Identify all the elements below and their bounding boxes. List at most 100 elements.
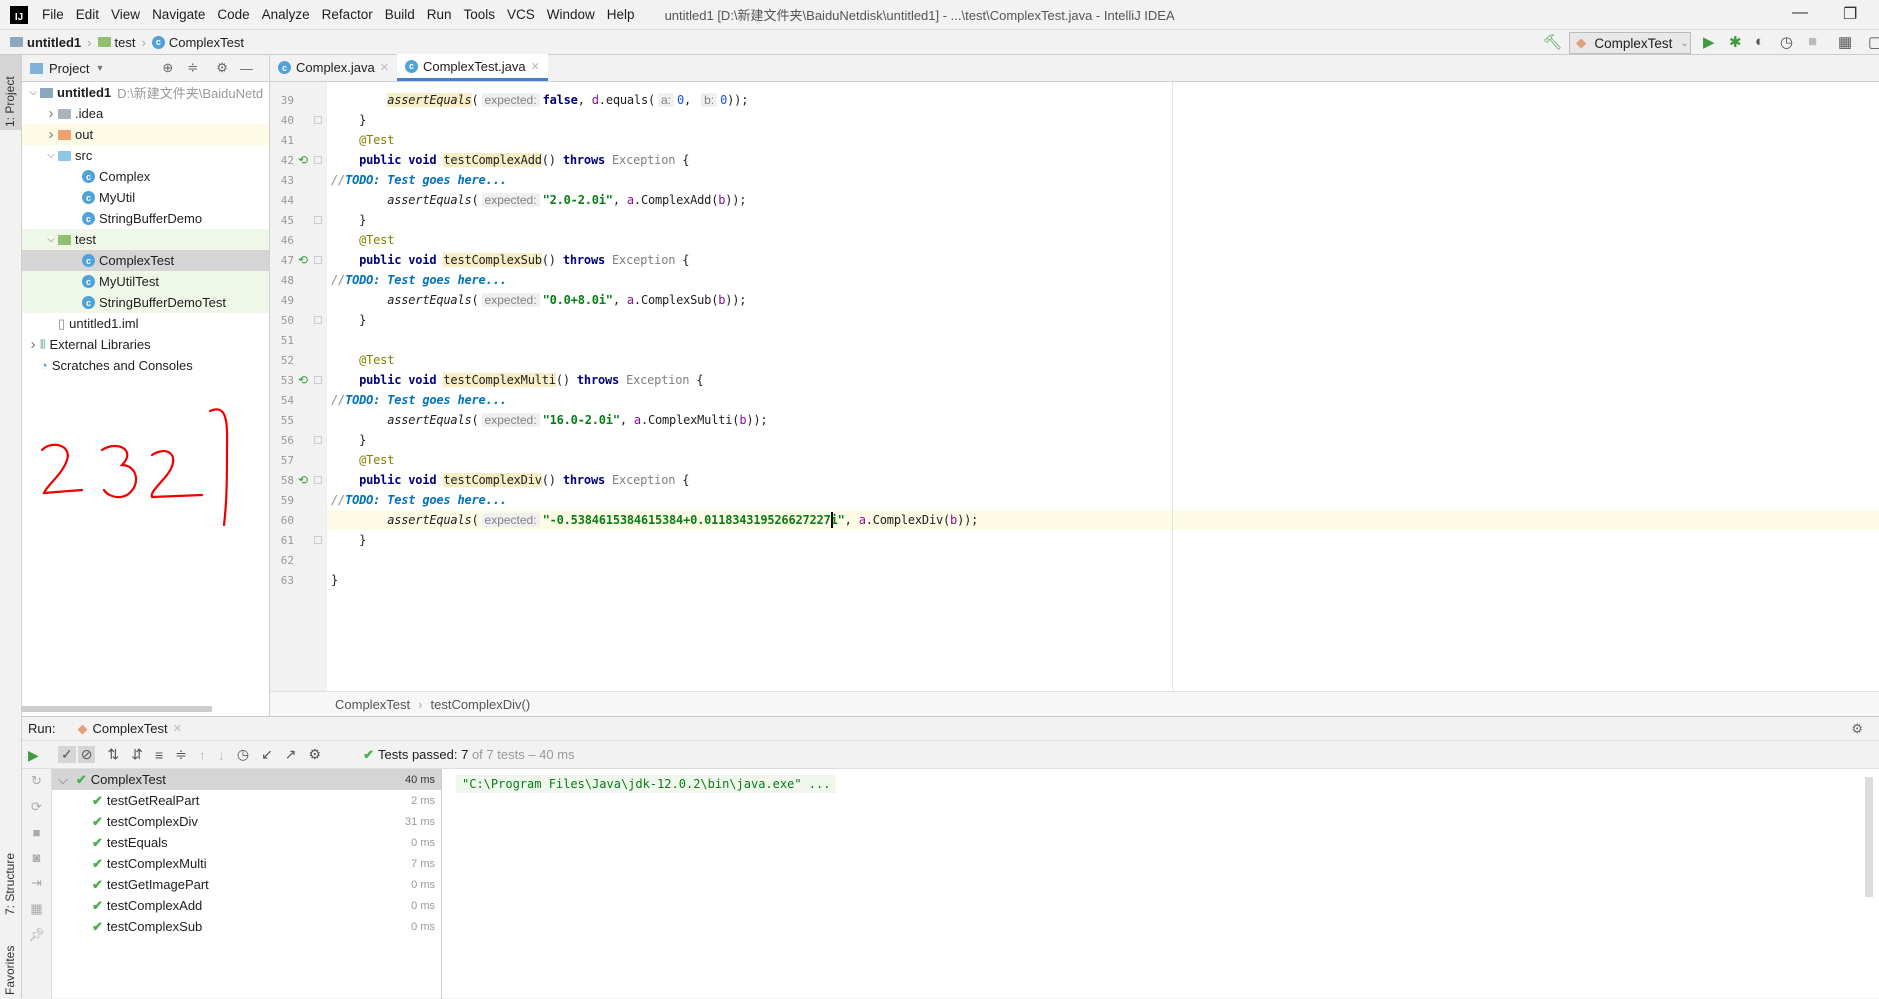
code-line[interactable]: public void testComplexMulti() throws Ex…: [327, 370, 1879, 390]
menu-edit[interactable]: Edit: [76, 7, 99, 22]
menu-window[interactable]: Window: [547, 7, 595, 22]
build-hammer-icon[interactable]: 🔨︎: [1543, 33, 1562, 51]
fold-marker-icon[interactable]: [314, 436, 322, 444]
maximize-button[interactable]: ❐: [1843, 4, 1857, 24]
menu-navigate[interactable]: Navigate: [152, 7, 205, 22]
debug-icon[interactable]: ✱: [1729, 33, 1742, 51]
tree-item-stringbufferdemotest[interactable]: c StringBufferDemoTest: [22, 292, 269, 313]
run-config-dropdown[interactable]: ◆ ComplexTest ⌄: [1569, 32, 1691, 54]
history-icon[interactable]: ◷: [237, 746, 249, 763]
tree-item--idea[interactable]: › .idea: [22, 103, 269, 124]
locate-icon[interactable]: ⊕: [162, 60, 173, 76]
close-icon[interactable]: ✕: [380, 61, 389, 74]
code-area[interactable]: assertEquals(expected: false, d .equals(a:…: [326, 82, 1879, 691]
breadcrumb-method[interactable]: testComplexDiv(): [430, 697, 530, 712]
tree-item-scratches-and-consoles[interactable]: ◔ Scratches and Consoles: [22, 355, 269, 376]
layout-icon[interactable]: ▦: [30, 901, 42, 917]
fold-marker-icon[interactable]: [314, 156, 322, 164]
project-view-selector[interactable]: Project: [49, 61, 89, 76]
code-line[interactable]: //TODO: Test goes here...: [327, 170, 1879, 190]
test-row[interactable]: ✔ testComplexSub 0 ms: [52, 916, 441, 937]
code-line[interactable]: @Test: [327, 450, 1879, 470]
test-row[interactable]: ✔ testGetRealPart 2 ms: [52, 790, 441, 811]
favorites-tool-tab[interactable]: Favorites: [3, 946, 17, 995]
chevron-down-icon[interactable]: ⌵: [44, 150, 58, 161]
crumb-class[interactable]: c ComplexTest: [151, 35, 244, 50]
export-icon[interactable]: ↗: [285, 746, 297, 763]
hide-icon[interactable]: —: [240, 61, 253, 76]
exit-icon[interactable]: ⇥: [31, 875, 42, 891]
rerun-failed-icon[interactable]: ↻: [31, 773, 42, 789]
settings-icon[interactable]: ⚙: [309, 746, 322, 763]
chevron-down-icon[interactable]: ⌵: [26, 87, 40, 98]
menu-code[interactable]: Code: [217, 7, 249, 22]
run-tab-complextest[interactable]: ◆ ComplexTest ✕: [77, 721, 181, 737]
test-suite-row[interactable]: ⌵ ✔ ComplexTest 40 ms: [52, 769, 441, 790]
minimize-button[interactable]: —: [1792, 4, 1808, 22]
chevron-right-icon[interactable]: ›: [44, 105, 58, 122]
console-scrollbar[interactable]: [1865, 777, 1873, 897]
menu-analyze[interactable]: Analyze: [262, 7, 310, 22]
code-line[interactable]: }: [327, 430, 1879, 450]
code-line[interactable]: }: [327, 530, 1879, 550]
test-row[interactable]: ✔ testEquals 0 ms: [52, 832, 441, 853]
menu-tools[interactable]: Tools: [464, 7, 496, 22]
pin-icon[interactable]: 📌︎: [28, 927, 45, 943]
close-icon[interactable]: ✕: [173, 722, 182, 735]
run-test-icon[interactable]: ⟲: [298, 253, 308, 267]
test-row[interactable]: ✔ testComplexMulti 7 ms: [52, 853, 441, 874]
coverage-icon[interactable]: ◐: [1755, 33, 1764, 50]
fold-marker-icon[interactable]: [314, 256, 322, 264]
code-line[interactable]: [327, 330, 1879, 350]
tree-item-src[interactable]: ⌵ src: [22, 145, 269, 166]
project-tool-tab[interactable]: 1: Project: [0, 55, 21, 130]
crumb-project[interactable]: untitled1: [10, 35, 81, 50]
fold-marker-icon[interactable]: [314, 376, 322, 384]
fold-marker-icon[interactable]: [314, 476, 322, 484]
code-line[interactable]: }: [327, 210, 1879, 230]
close-icon[interactable]: ✕: [531, 60, 540, 73]
code-line[interactable]: assertEquals(expected: "0.0+8.0i", a .Comp…: [327, 290, 1879, 310]
toggle-auto-test-icon[interactable]: ⟳: [31, 799, 42, 815]
menu-vcs[interactable]: VCS: [507, 7, 535, 22]
test-row[interactable]: ✔ testComplexDiv 31 ms: [52, 811, 441, 832]
fold-marker-icon[interactable]: [314, 216, 322, 224]
tree-item-untitled1-iml[interactable]: ▯ untitled1.iml: [22, 313, 269, 334]
test-row[interactable]: ✔ testComplexAdd 0 ms: [52, 895, 441, 916]
code-line[interactable]: //TODO: Test goes here...: [327, 270, 1879, 290]
tree-item-stringbufferdemo[interactable]: c StringBufferDemo: [22, 208, 269, 229]
screenshot-icon[interactable]: ◙: [33, 850, 41, 865]
chevron-down-icon[interactable]: ⌵: [44, 234, 58, 245]
test-row[interactable]: ✔ testGetImagePart 0 ms: [52, 874, 441, 895]
next-test-icon[interactable]: ↓: [218, 747, 225, 763]
chevron-down-icon[interactable]: ▼: [95, 63, 104, 73]
menu-run[interactable]: Run: [427, 7, 452, 22]
crumb-test[interactable]: test: [97, 35, 135, 50]
show-ignored-toggle[interactable]: ⊘: [77, 746, 96, 763]
tree-item-out[interactable]: › out: [22, 124, 269, 145]
run-test-icon[interactable]: ⟲: [298, 473, 308, 487]
project-structure-icon[interactable]: ▦: [1838, 33, 1852, 51]
code-line[interactable]: @Test: [327, 230, 1879, 250]
tab-complex-java[interactable]: c Complex.java ✕: [270, 54, 397, 81]
code-line[interactable]: assertEquals(expected: false, d .equals(a:…: [327, 90, 1879, 110]
collapse-all-icon[interactable]: ≑: [175, 746, 187, 763]
fold-marker-icon[interactable]: [314, 536, 322, 544]
chevron-right-icon[interactable]: ›: [26, 336, 40, 353]
collapse-all-icon[interactable]: ≑: [187, 60, 198, 76]
tree-item-myutiltest[interactable]: c MyUtilTest: [22, 271, 269, 292]
fold-marker-icon[interactable]: [314, 316, 322, 324]
tree-item-myutil[interactable]: c MyUtil: [22, 187, 269, 208]
structure-tool-tab[interactable]: 7: Structure: [3, 853, 17, 915]
code-line[interactable]: public void testComplexDiv() throws Exce…: [327, 470, 1879, 490]
code-line[interactable]: assertEquals(expected: "2.0-2.0i", a .Comp…: [327, 190, 1879, 210]
tab-complextest-java[interactable]: c ComplexTest.java ✕: [396, 54, 548, 81]
chevron-down-icon[interactable]: ⌵: [58, 772, 68, 788]
gear-icon[interactable]: ⚙: [1851, 721, 1863, 737]
layout-icon[interactable]: ▢: [1868, 33, 1879, 51]
profile-icon[interactable]: ◷: [1780, 33, 1793, 51]
tree-item-complex[interactable]: c Complex: [22, 166, 269, 187]
code-line[interactable]: @Test: [327, 130, 1879, 150]
import-icon[interactable]: ↙: [261, 746, 273, 763]
console-output[interactable]: "C:\Program Files\Java\jdk-12.0.2\bin\ja…: [444, 769, 1879, 999]
